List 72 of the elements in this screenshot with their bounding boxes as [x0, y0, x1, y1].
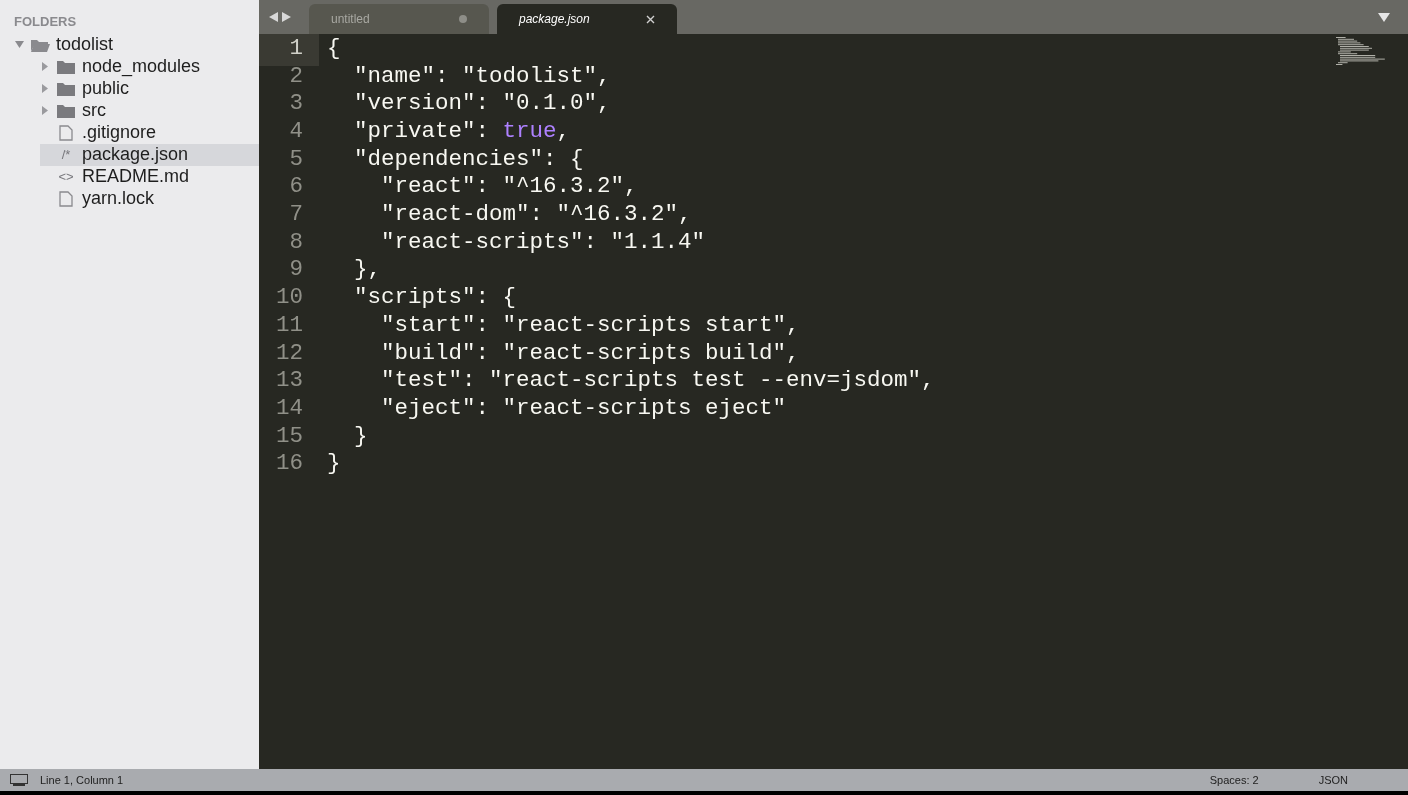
line-number: 6 — [288, 172, 304, 202]
open-folder-icon — [30, 37, 50, 52]
tree-item[interactable]: node_modules — [40, 55, 259, 78]
tree-item-label: public — [82, 77, 130, 100]
code-line: "private": true, — [353, 117, 571, 147]
line-number: 11 — [275, 310, 304, 340]
code-line: "eject": "react-scripts eject" — [380, 393, 787, 423]
code-line: "react-dom": "^16.3.2", — [380, 200, 692, 230]
line-number: 3 — [288, 89, 304, 119]
code-line: { — [326, 33, 341, 63]
code-line: "build": "react-scripts build", — [380, 338, 800, 368]
folder-icon — [57, 103, 75, 118]
tree-item-label: node_modules — [82, 55, 201, 79]
line-number: 9 — [288, 255, 304, 285]
forward-icon[interactable] — [282, 12, 291, 22]
file-icon — [59, 124, 73, 141]
line-number: 12 — [275, 338, 304, 368]
code-line: } — [326, 449, 341, 479]
tree-item[interactable]: .gitignore — [40, 121, 259, 144]
line-number: 15 — [275, 421, 304, 451]
code-line: "start": "react-scripts start", — [380, 310, 800, 340]
code-line: "react": "^16.3.2", — [380, 172, 638, 202]
code-line: "name": "todolist", — [353, 61, 611, 91]
collapsed-caret-icon[interactable] — [42, 84, 48, 93]
tree-item[interactable]: todolist — [14, 33, 259, 56]
minimap-drawing — [1336, 37, 1388, 67]
expanded-caret-icon[interactable] — [14, 41, 24, 48]
tree-item[interactable]: yarn.lock — [40, 187, 259, 210]
file-type-icon: <> — [57, 170, 75, 183]
line-number: 14 — [275, 393, 304, 423]
tree-item[interactable]: src — [40, 99, 259, 122]
collapsed-caret-icon[interactable] — [42, 62, 48, 71]
tab[interactable]: package.json — [497, 4, 677, 34]
code-line: "version": "0.1.0", — [353, 89, 611, 119]
tab-label: untitled — [331, 11, 370, 28]
tree-item[interactable]: public — [40, 77, 259, 100]
tree-item-label: yarn.lock — [82, 187, 155, 210]
code-line: }, — [353, 255, 381, 285]
code-line: } — [353, 421, 368, 451]
code-line: "dependencies": { — [353, 144, 584, 174]
tab-label: package.json — [519, 11, 590, 28]
line-number: 8 — [288, 227, 304, 257]
indentation-setting[interactable]: Spaces: 2 — [1209, 771, 1259, 789]
tree-item-label: README.md — [82, 165, 189, 188]
back-icon[interactable] — [269, 12, 278, 22]
tree-item[interactable]: /* package.json — [40, 143, 259, 166]
unsaved-dot-icon — [459, 15, 467, 23]
tree-item-label: src — [82, 99, 106, 122]
tree-item-label: .gitignore — [82, 121, 157, 144]
line-number: 13 — [275, 366, 304, 396]
collapsed-caret-icon[interactable] — [42, 106, 48, 115]
code-line: "react-scripts": "1.1.4" — [380, 227, 706, 257]
file-icon — [59, 190, 73, 207]
panel-icon[interactable] — [10, 774, 28, 786]
code-line: "test": "react-scripts test --env=jsdom", — [380, 366, 935, 396]
folder-icon — [57, 59, 75, 74]
tree-item-label: package.json — [82, 143, 189, 166]
close-icon[interactable] — [646, 14, 655, 24]
cursor-position: Line 1, Column 1 — [40, 772, 124, 788]
folder-icon — [57, 81, 75, 96]
line-number: 16 — [275, 449, 304, 479]
code-line: "scripts": { — [353, 283, 517, 313]
file-type-icon: /* — [57, 148, 75, 161]
line-number: 10 — [275, 283, 304, 313]
tree-item-label: todolist — [56, 33, 114, 56]
sidebar-heading: FOLDERS — [13, 13, 78, 31]
line-number: 4 — [288, 117, 304, 147]
tab-menu-icon[interactable] — [1378, 12, 1390, 22]
line-number: 5 — [288, 144, 304, 174]
syntax-setting[interactable]: JSON — [1318, 771, 1348, 789]
tree-item[interactable]: <> README.md — [40, 165, 259, 188]
line-number: 7 — [288, 200, 304, 230]
